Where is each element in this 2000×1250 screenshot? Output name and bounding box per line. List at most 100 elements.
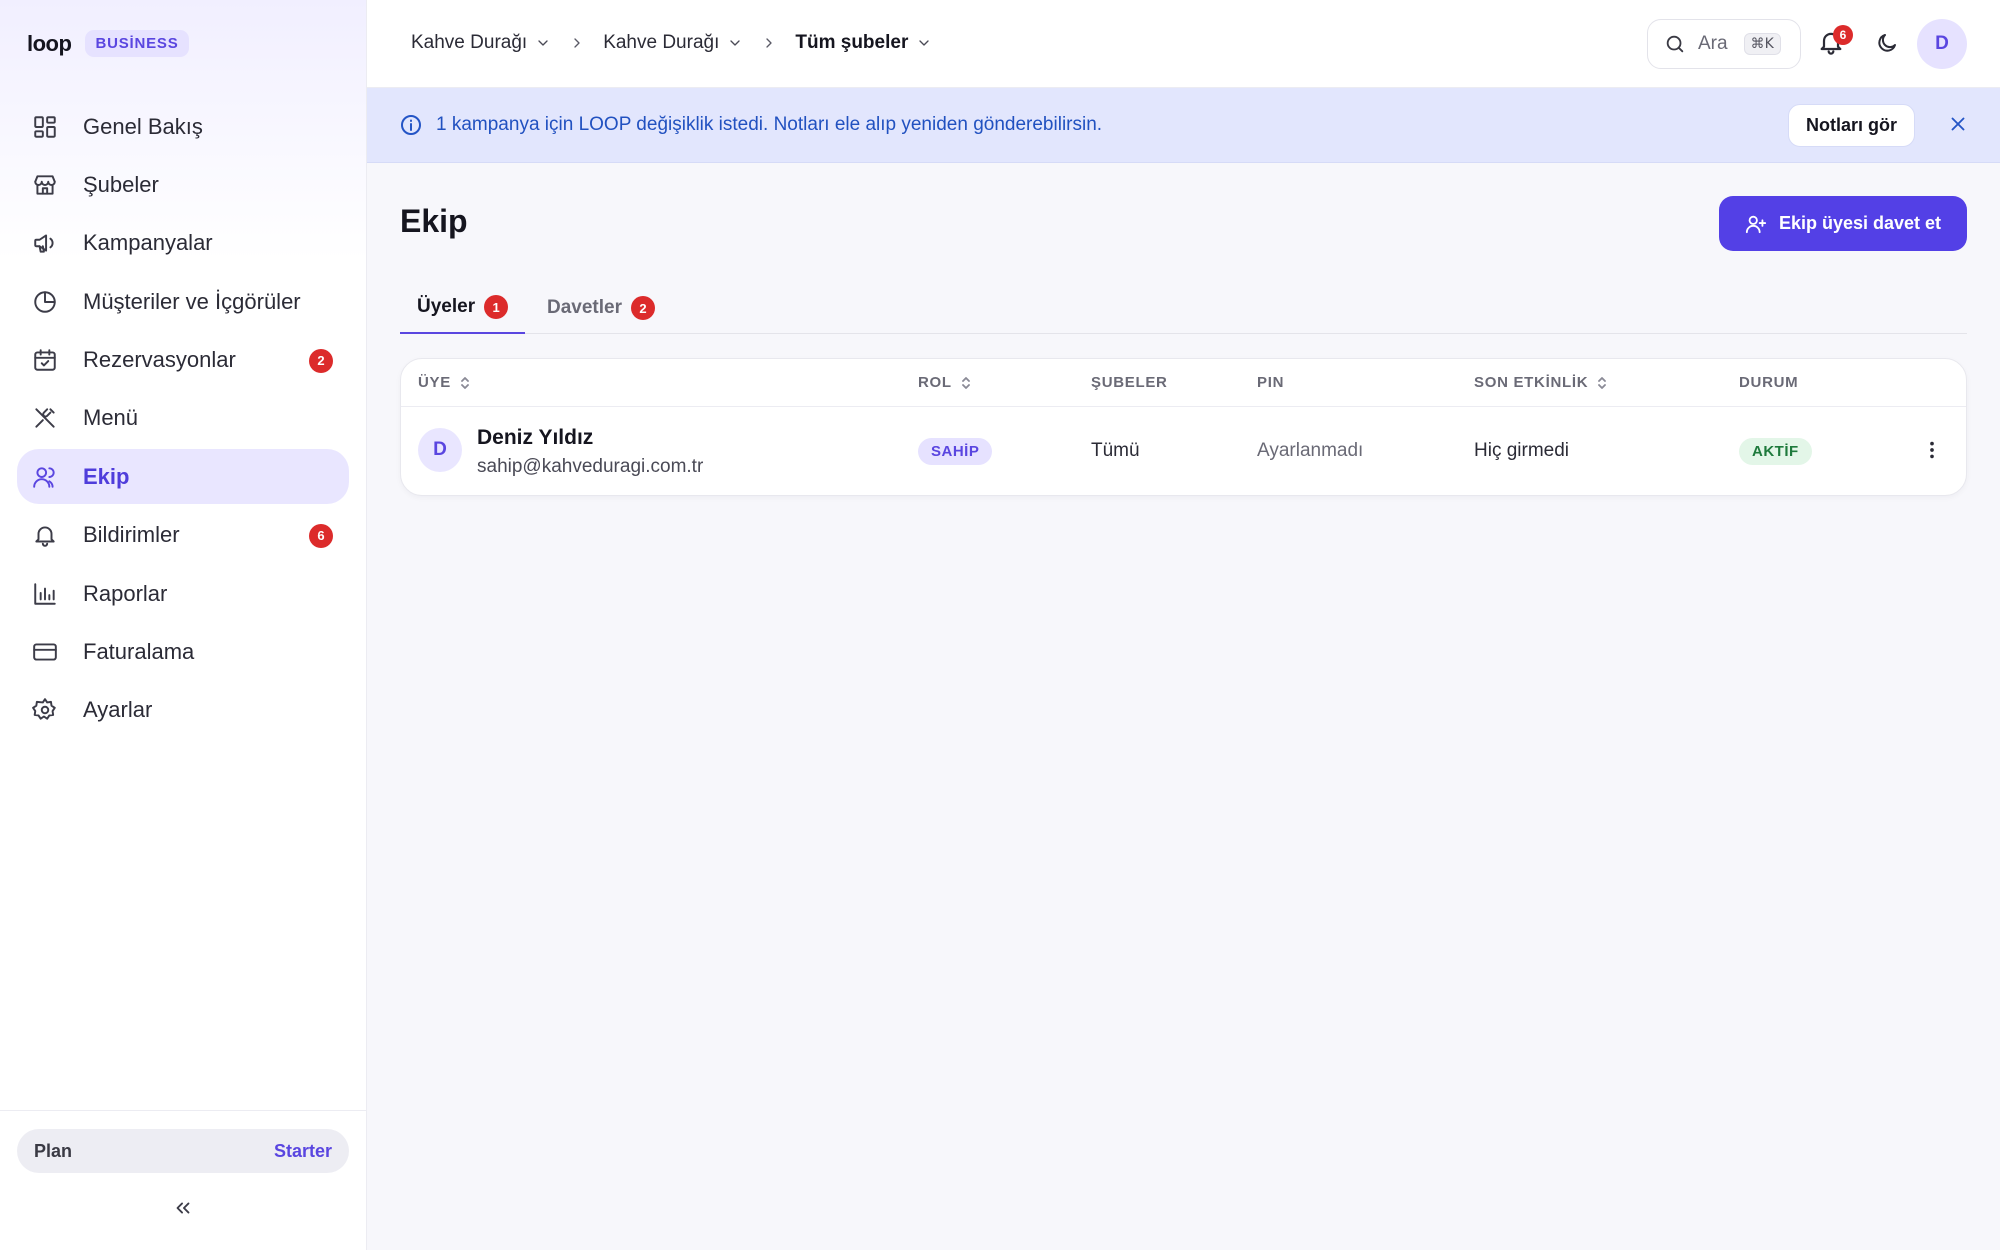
notifications-button[interactable]: 6	[1817, 25, 1853, 60]
sidebar-item-label: Faturalama	[83, 639, 195, 665]
column-header-member[interactable]: ÜYE	[418, 374, 471, 391]
sort-icon	[1598, 376, 1607, 389]
sidebar-item-bildirimler[interactable]: Bildirimler 6	[17, 508, 349, 563]
tab-uyeler[interactable]: Üyeler 1	[400, 282, 526, 334]
member-pin: Ayarlanmadı	[1257, 440, 1364, 461]
tab-count-badge: 2	[631, 296, 655, 320]
info-banner: 1 kampanya için LOOP değişiklik istedi. …	[367, 88, 2000, 163]
sidebar-item-faturalama[interactable]: Faturalama	[17, 625, 349, 680]
sidebar-item-musteriler[interactable]: Müşteriler ve İçgörüler	[17, 274, 349, 329]
column-header-label: DURUM	[1739, 374, 1799, 391]
plan-label: Plan	[34, 1140, 73, 1161]
sidebar-item-menu[interactable]: Menü	[17, 391, 349, 446]
chevron-down-icon	[538, 40, 548, 46]
table-row[interactable]: D Deniz Yıldız sahip@kahveduragi.com.tr …	[401, 407, 1966, 496]
sidebar-item-label: Şubeler	[83, 171, 159, 197]
notification-count-badge: 6	[1833, 25, 1853, 45]
breadcrumb-separator	[569, 35, 585, 51]
sidebar-item-ayarlar[interactable]: Ayarlar	[17, 683, 349, 738]
tab-label: Davetler	[547, 297, 622, 318]
breadcrumb: Kahve Durağı Kahve Durağı Tüm şubeler	[411, 32, 932, 54]
row-actions-button[interactable]	[1919, 437, 1945, 463]
view-notes-button[interactable]: Notları gör	[1788, 104, 1916, 147]
gear-icon	[32, 697, 58, 723]
sidebar-item-label: Ekip	[83, 463, 130, 489]
page-title: Ekip	[400, 203, 468, 239]
chevron-down-icon	[730, 40, 741, 46]
sidebar-item-label: Müşteriler ve İçgörüler	[83, 288, 301, 314]
more-vertical-icon	[1930, 441, 1934, 459]
plan-indicator[interactable]: Plan Starter	[17, 1129, 349, 1173]
bar-chart-icon	[32, 581, 58, 607]
close-icon	[1951, 117, 1965, 131]
breadcrumb-branch[interactable]: Tüm şubeler	[795, 32, 932, 54]
sidebar-item-label: Bildirimler	[83, 522, 180, 548]
sidebar-item-label: Ayarlar	[83, 697, 153, 723]
member-avatar: D	[418, 428, 462, 472]
invite-member-button[interactable]: Ekip üyesi davet et	[1719, 196, 1967, 251]
chevron-right-icon	[574, 38, 580, 48]
member-last-activity: Hiç girmedi	[1474, 440, 1570, 461]
breadcrumb-brand[interactable]: Kahve Durağı	[603, 32, 743, 54]
sidebar-item-label: Raporlar	[83, 580, 168, 606]
search-button[interactable]: Ara ⌘K	[1647, 19, 1801, 69]
table-header: ÜYE ROL ŞUBELER PIN SON ETKİNLİK DURUM	[401, 359, 1966, 407]
sidebar-item-label: Kampanyalar	[83, 230, 213, 256]
sidebar-footer: Plan Starter	[0, 1110, 366, 1250]
chevrons-left-icon	[176, 1202, 190, 1214]
breadcrumb-business[interactable]: Kahve Durağı	[411, 32, 551, 54]
chevron-right-icon	[766, 38, 773, 48]
column-header-label: ÜYE	[418, 374, 451, 391]
close-banner-button[interactable]	[1947, 113, 1971, 137]
sidebar-item-raporlar[interactable]: Raporlar	[17, 566, 349, 621]
member-branches: Tümü	[1091, 440, 1140, 461]
user-avatar[interactable]: D	[1917, 19, 1967, 69]
loop-logo[interactable]: loop	[27, 31, 72, 57]
column-header-label: PIN	[1257, 374, 1285, 391]
column-header-branches: ŞUBELER	[1091, 374, 1168, 391]
breadcrumb-label: Tüm şubeler	[795, 32, 909, 53]
calendar-check-icon	[32, 347, 58, 373]
moon-icon	[1878, 34, 1896, 52]
sidebar-item-label: Rezervasyonlar	[83, 347, 236, 373]
chevron-down-icon	[919, 40, 930, 46]
tab-davetler[interactable]: Davetler 2	[547, 282, 655, 334]
credit-card-icon	[32, 639, 58, 665]
invite-member-label: Ekip üyesi davet et	[1778, 213, 1942, 233]
pie-chart-icon	[32, 289, 58, 315]
sidebar-item-rezervasyonlar[interactable]: Rezervasyonlar 2	[17, 333, 349, 388]
sidebar-item-label: Menü	[83, 405, 139, 431]
sort-icon	[961, 376, 970, 389]
search-icon	[1666, 35, 1684, 53]
sidebar-item-subeler[interactable]: Şubeler	[17, 157, 349, 212]
breadcrumb-separator	[761, 35, 777, 51]
column-header-role[interactable]: ROL	[918, 374, 972, 391]
sidebar-nav: Genel Bakış Şubeler Kampanyalar Müşteril…	[17, 99, 349, 741]
store-icon	[32, 172, 58, 198]
count-badge: 2	[309, 348, 333, 373]
count-badge: 6	[309, 523, 333, 548]
sidebar-item-kampanyalar[interactable]: Kampanyalar	[17, 216, 349, 271]
user-plus-icon	[1745, 215, 1767, 233]
members-table: ÜYE ROL ŞUBELER PIN SON ETKİNLİK DURUM D…	[400, 358, 1967, 496]
search-placeholder: Ara	[1698, 33, 1728, 54]
tabs: Üyeler 1 Davetler 2	[400, 282, 1967, 334]
role-badge: SAHİP	[918, 438, 993, 465]
tab-count-badge: 1	[484, 295, 509, 319]
sidebar-item-label: Genel Bakış	[83, 113, 203, 139]
member-name: Deniz Yıldız	[477, 426, 594, 449]
tab-label: Üyeler	[417, 296, 476, 317]
column-header-last-activity[interactable]: SON ETKİNLİK	[1474, 374, 1608, 391]
status-badge: AKTİF	[1739, 438, 1812, 465]
breadcrumb-label: Kahve Durağı	[603, 32, 720, 53]
sidebar-item-ekip[interactable]: Ekip	[17, 449, 349, 505]
info-icon	[399, 113, 423, 137]
sort-icon	[461, 376, 469, 389]
search-shortcut: ⌘K	[1743, 33, 1781, 55]
theme-toggle-button[interactable]	[1875, 31, 1901, 57]
bell-icon	[32, 522, 58, 548]
sidebar-item-genel-bakis[interactable]: Genel Bakış	[17, 99, 349, 154]
collapse-sidebar-button[interactable]	[170, 1195, 196, 1221]
column-header-status: DURUM	[1739, 374, 1798, 391]
sidebar: loop BUSİNESS Genel Bakış Şubeler Kampan…	[0, 0, 367, 1250]
